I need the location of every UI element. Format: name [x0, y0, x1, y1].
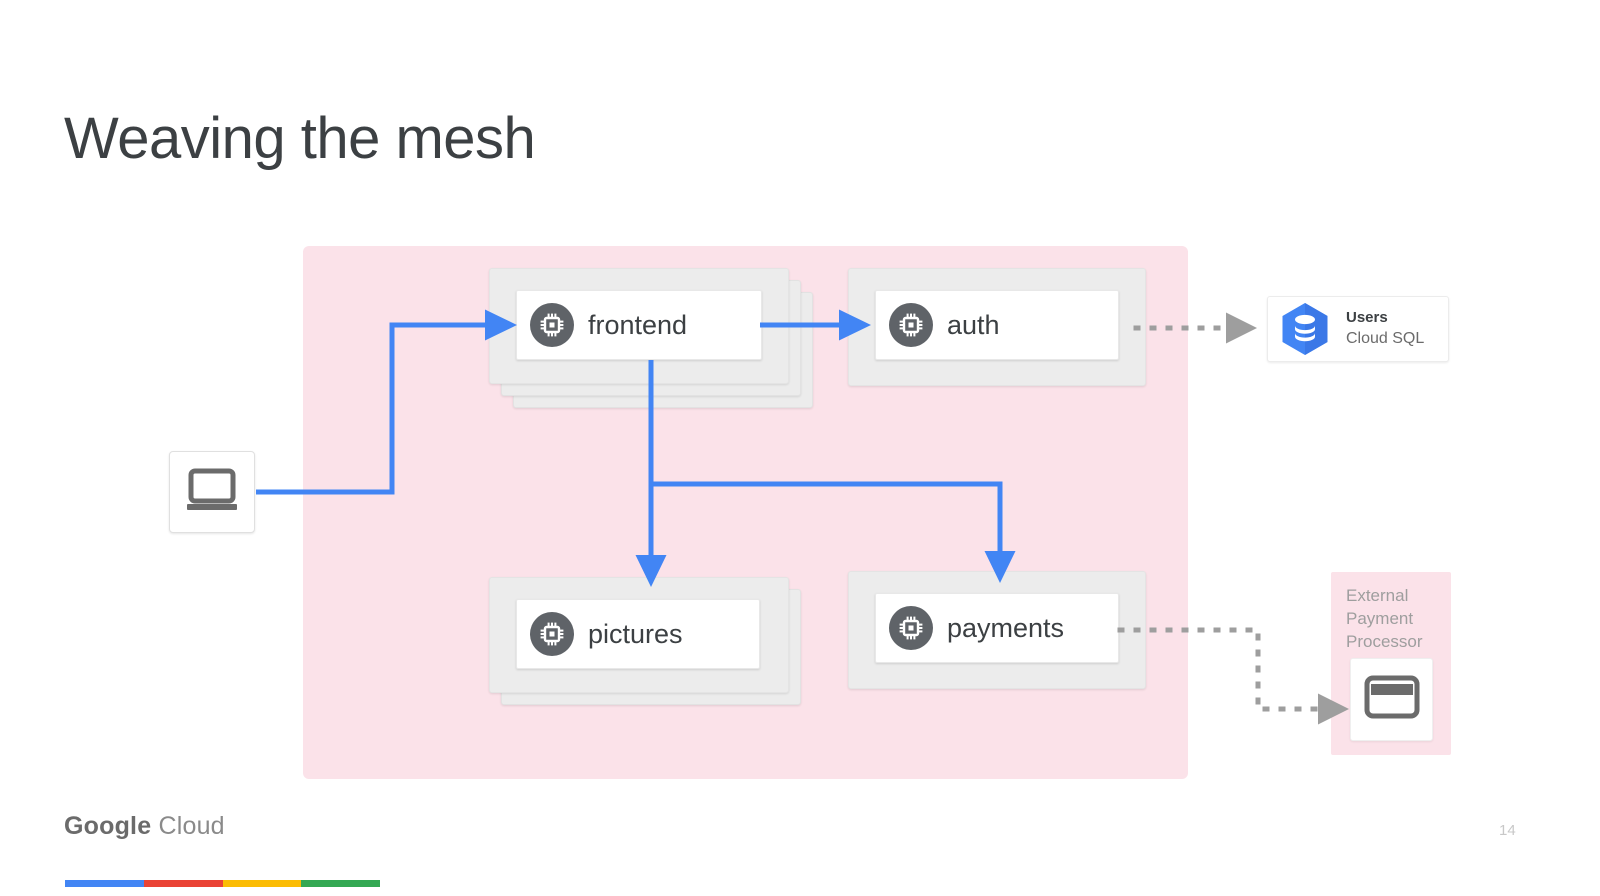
brand-bar-yellow [222, 880, 302, 887]
google-cloud-logo: Google Cloud [64, 812, 225, 841]
logo-cloud-text: Cloud [151, 812, 225, 840]
pictures-card[interactable]: pictures [516, 599, 760, 669]
auth-card[interactable]: auth [875, 290, 1119, 360]
external-processor-card [1350, 658, 1433, 741]
logo-google-text: Google [64, 812, 152, 840]
client-laptop-node[interactable] [169, 451, 255, 533]
external-payment-processor-node[interactable]: External Payment Processor [1331, 572, 1451, 755]
cloud-sql-subtitle: Cloud SQL [1346, 330, 1425, 348]
chip-icon [889, 303, 933, 347]
service-node-frontend[interactable]: frontend [489, 268, 819, 413]
cloud-sql-node[interactable]: Users Cloud SQL [1267, 296, 1449, 362]
brand-bar-blue [65, 880, 144, 887]
laptop-icon [184, 467, 240, 518]
brand-color-bar [65, 880, 380, 887]
payments-card[interactable]: payments [875, 593, 1119, 663]
service-label: frontend [588, 309, 688, 340]
service-label: pictures [588, 618, 683, 649]
page-number: 14 [1499, 822, 1516, 839]
chip-icon [530, 612, 574, 656]
chip-icon [889, 606, 933, 650]
brand-bar-red [143, 880, 223, 887]
cloud-sql-title: Users [1346, 309, 1388, 327]
service-node-payments[interactable]: payments [848, 571, 1148, 689]
service-label: payments [947, 612, 1065, 643]
service-node-auth[interactable]: auth [848, 268, 1148, 386]
cloud-sql-hexagon-icon [1274, 298, 1336, 360]
service-label: auth [947, 309, 1000, 340]
external-processor-label: External Payment Processor [1346, 586, 1423, 651]
chip-icon [530, 303, 574, 347]
brand-bar-green [301, 880, 380, 887]
page-title: Weaving the mesh [64, 106, 536, 171]
frontend-card[interactable]: frontend [516, 290, 762, 360]
service-node-pictures[interactable]: pictures [489, 577, 809, 707]
credit-card-icon [1364, 675, 1420, 724]
